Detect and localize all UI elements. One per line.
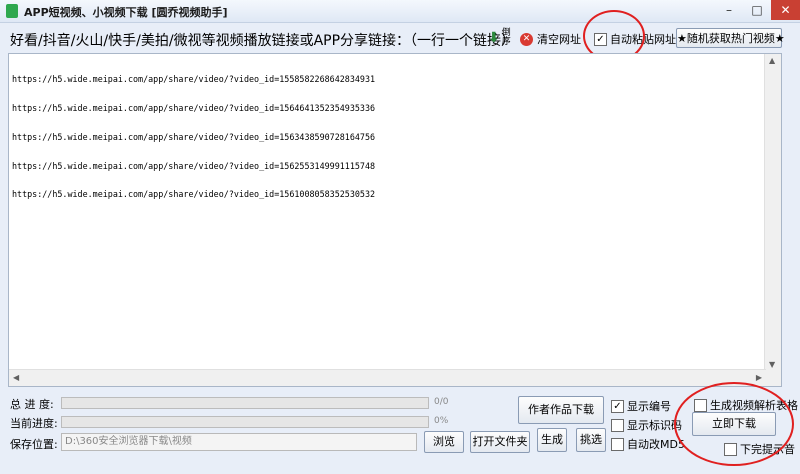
checkbox-checked-icon: ✓ [611,399,624,413]
url-input-label: 好看/抖音/火山/快手/美拍/微视等视频播放链接或APP分享链接：（一行一个链接… [10,33,516,49]
total-progress-label: 总 进 度: [10,398,54,411]
total-progress-value: 0/0 [434,397,449,407]
clear-urls-button[interactable]: ✕ 清空网址 [520,30,581,48]
scroll-down-icon[interactable]: ▼ [769,360,775,369]
show-number-label: 显示编号 [627,400,671,413]
scroll-right-icon[interactable]: ▶ [756,373,762,382]
reverse-order-label: 倒序 [501,28,511,47]
reverse-order-button[interactable]: ⬇ 倒序 [488,27,516,49]
scrollbar-corner [765,370,781,386]
app-icon [6,4,18,18]
author-works-download-button[interactable]: 作者作品下载 [518,396,604,424]
generate-button[interactable]: 生成 [537,428,567,452]
url-line: https://h5.wide.meipai.com/app/share/vid… [12,189,376,200]
auto-md5-label: 自动改MD5 [627,438,685,451]
url-line: https://h5.wide.meipai.com/app/share/vid… [12,160,376,171]
checkbox-unchecked-icon [611,418,624,432]
vertical-scrollbar[interactable]: ▲ ▼ [764,54,781,371]
checkbox-unchecked-icon [611,437,624,451]
current-progress-value: 0% [434,416,449,426]
window-title: APP短视频、小视频下载 [圆乔视频助手] [24,6,228,19]
url-line: https://h5.wide.meipai.com/app/share/vid… [12,131,376,142]
highlight-circle [674,382,794,466]
scroll-left-icon[interactable]: ◀ [13,373,19,382]
browse-button[interactable]: 浏览 [424,431,464,453]
url-textarea[interactable]: https://h5.wide.meipai.com/app/share/vid… [8,53,782,387]
open-folder-button[interactable]: 打开文件夹 [470,431,530,453]
clear-urls-label: 清空网址 [537,33,581,46]
maximize-button[interactable]: □ [743,0,771,20]
save-location-label: 保存位置: [10,438,58,451]
url-line: https://h5.wide.meipai.com/app/share/vid… [12,102,376,113]
select-button[interactable]: 挑选 [576,428,606,452]
show-watermark-checkbox[interactable]: 显示标识码 [611,417,682,433]
scroll-up-icon[interactable]: ▲ [769,56,775,65]
minimize-button[interactable]: – [715,0,743,20]
current-progress-label: 当前进度: [10,417,58,430]
clear-icon: ✕ [520,32,533,46]
url-list: https://h5.wide.meipai.com/app/share/vid… [12,56,375,219]
close-button[interactable]: ✕ [771,0,800,20]
auto-md5-checkbox[interactable]: 自动改MD5 [611,436,685,452]
arrow-down-icon: ⬇ [488,30,500,46]
title-bar: APP短视频、小视频下载 [圆乔视频助手] – □ ✕ [0,0,800,23]
current-progress-bar [61,416,429,428]
url-line: https://h5.wide.meipai.com/app/share/vid… [12,74,376,85]
total-progress-bar [61,397,429,409]
random-hot-video-button[interactable]: ★随机获取热门视频★ [676,28,785,48]
save-path-input[interactable]: D:\360安全浏览器下载\视频 [61,433,417,451]
horizontal-scrollbar[interactable]: ◀ ▶ [9,369,766,386]
show-number-checkbox[interactable]: ✓ 显示编号 [611,398,671,414]
